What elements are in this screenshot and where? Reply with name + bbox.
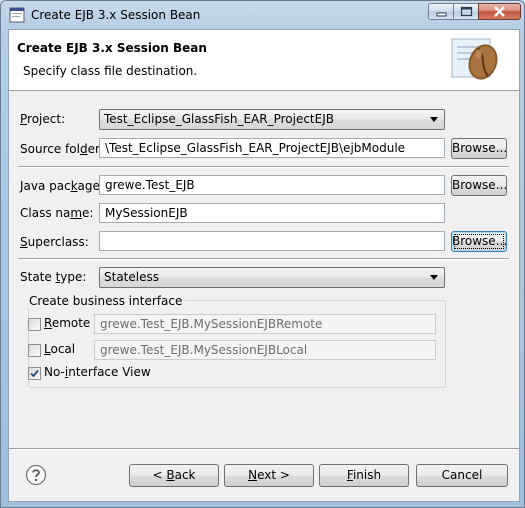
project-value: Test_Eclipse_GlassFish_EAR_ProjectEJB [104, 112, 334, 126]
business-interface-legend: Create business interface [28, 294, 186, 308]
source-folder-browse-button[interactable]: Browse... [451, 138, 507, 159]
browse-label: Browse... [452, 141, 508, 155]
focus-ring [454, 234, 504, 249]
minimize-icon [436, 12, 447, 17]
close-button[interactable] [478, 3, 521, 20]
superclass-field[interactable] [99, 231, 445, 251]
no-interface-label[interactable]: No-interface View [44, 365, 151, 379]
close-icon [494, 6, 505, 17]
state-type-label: State type: [20, 270, 87, 284]
separator [18, 258, 509, 260]
class-name-label: Class name: [20, 206, 94, 220]
state-type-select[interactable]: Stateless [99, 267, 445, 288]
wizard-header: Create EJB 3.x Session Bean Specify clas… [9, 30, 519, 91]
wizard-title: Create EJB 3.x Session Bean [17, 41, 207, 55]
dialog-window: Create EJB 3.x Session Bean Create EJB 3… [0, 0, 525, 508]
local-interface-field: grewe.Test_EJB.MySessionEJBLocal [94, 340, 436, 360]
checkmark-icon [30, 369, 39, 378]
state-type-value: Stateless [104, 270, 159, 284]
chevron-down-icon [430, 275, 438, 280]
browse-label: Browse... [452, 178, 508, 192]
maximize-icon [460, 6, 473, 17]
remote-interface-field: grewe.Test_EJB.MySessionEJBRemote [94, 314, 436, 334]
remote-label[interactable]: Remote [44, 316, 90, 330]
class-name-field[interactable]: MySessionEJB [99, 203, 445, 223]
chevron-down-icon [430, 117, 438, 122]
project-select[interactable]: Test_Eclipse_GlassFish_EAR_ProjectEJB [99, 109, 445, 130]
cancel-button[interactable]: Cancel [416, 464, 508, 487]
coffee-bean-icon [451, 38, 498, 80]
maximize-button[interactable] [453, 3, 479, 20]
dialog-client: Create EJB 3.x Session Bean Specify clas… [8, 29, 520, 502]
superclass-browse-button[interactable]: Browse... [451, 231, 507, 252]
java-package-field[interactable]: grewe.Test_EJB [99, 175, 445, 195]
superclass-label: Superclass: [20, 235, 89, 249]
title-bar[interactable]: Create EJB 3.x Session Bean [1, 1, 524, 29]
next-button[interactable]: Next > [224, 464, 314, 487]
separator [18, 166, 509, 168]
project-label: Project: [20, 112, 66, 126]
local-label[interactable]: Local [44, 342, 75, 356]
finish-button[interactable]: Finish [319, 464, 409, 487]
separator [9, 448, 519, 450]
java-package-label: Java package: [20, 179, 104, 193]
wizard-subtitle: Specify class file destination. [23, 64, 198, 78]
no-interface-checkbox[interactable] [28, 367, 41, 380]
help-icon[interactable] [25, 464, 47, 486]
back-button[interactable]: < Back [129, 464, 219, 487]
minimize-button[interactable] [428, 3, 454, 20]
local-checkbox[interactable] [28, 344, 41, 357]
source-folder-field[interactable]: \Test_Eclipse_GlassFish_EAR_ProjectEJB\e… [99, 138, 445, 158]
java-package-browse-button[interactable]: Browse... [451, 175, 507, 196]
remote-checkbox[interactable] [28, 318, 41, 331]
eclipse-app-icon [9, 7, 25, 23]
source-folder-label: Source folder: [20, 142, 104, 156]
window-title: Create EJB 3.x Session Bean [31, 8, 201, 22]
